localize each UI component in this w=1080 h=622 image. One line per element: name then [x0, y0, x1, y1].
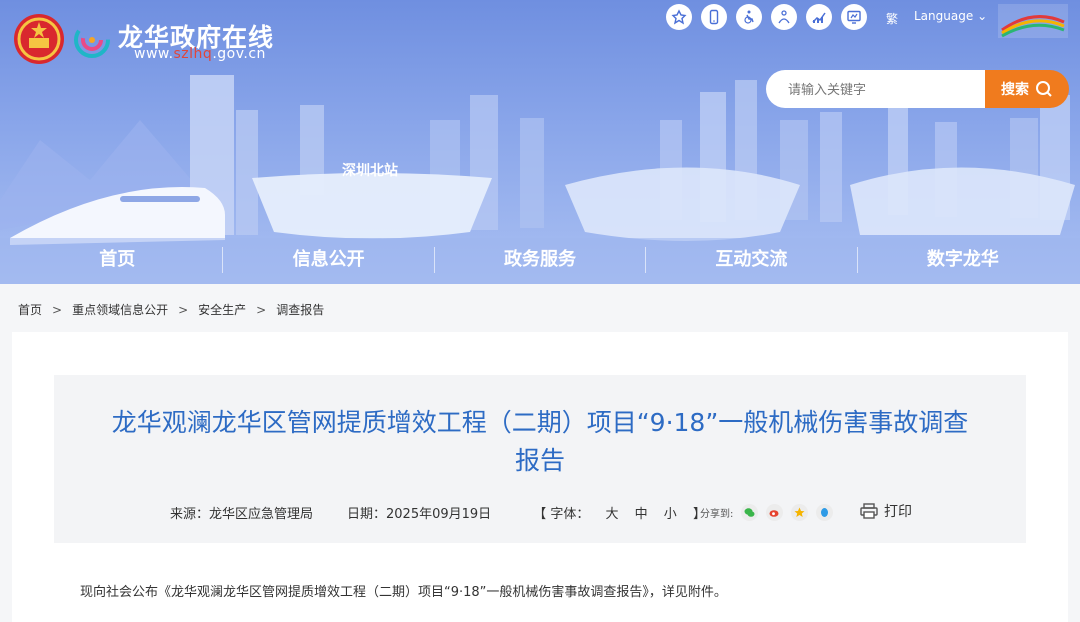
breadcrumb-separator: > [52, 302, 63, 317]
breadcrumb-current[interactable]: 调查报告 [276, 301, 324, 318]
page-title: 龙华观澜龙华区管网提质增效工程（二期）项目“9·18”一般机械伤害事故调查 报告 [54, 404, 1026, 480]
national-emblem-icon [14, 14, 64, 64]
printer-icon [860, 503, 878, 519]
main-nav: 首页 信息公开 政务服务 互动交流 数字龙华 [12, 247, 1068, 273]
traditional-chinese-link[interactable]: 繁 [886, 10, 898, 27]
weibo-icon[interactable] [766, 503, 784, 521]
share-label: 分享到: [700, 508, 734, 520]
breadcrumb-separator: > [178, 302, 189, 317]
nav-item-home[interactable]: 首页 [12, 247, 224, 273]
nav-item-info-disclosure[interactable]: 信息公开 [223, 247, 435, 273]
breadcrumb: 首页 > 重点领域信息公开 > 安全生产 > 调查报告 [18, 301, 324, 318]
article-source: 来源：龙华区应急管理局 [170, 506, 314, 522]
font-small-button[interactable]: 小 [664, 507, 677, 522]
article-body: 现向社会公布《龙华观澜龙华区管网提质增效工程（二期）项目“9·18”一般机械伤害… [80, 585, 727, 600]
search-box [766, 70, 986, 108]
title-line-1: 龙华观澜龙华区管网提质增效工程（二期）项目“9·18”一般机械伤害事故调查 [111, 408, 969, 437]
mobile-icon[interactable] [701, 4, 727, 30]
qq-icon[interactable] [816, 503, 834, 521]
breadcrumb-separator: > [256, 302, 267, 317]
search-input[interactable] [786, 79, 980, 101]
print-label: 打印 [884, 504, 912, 520]
toolbar-icons [666, 4, 867, 30]
breadcrumb-home[interactable]: 首页 [18, 301, 42, 318]
search-button[interactable]: 搜索 [985, 70, 1069, 108]
search-button-label: 搜索 [1001, 82, 1029, 98]
starred-gov-icon[interactable] [666, 4, 692, 30]
site-url: www.szlhq.gov.cn [134, 46, 266, 62]
chevron-down-icon: ⌄ [977, 9, 988, 23]
longhua-logo-icon [74, 22, 110, 58]
font-medium-button[interactable]: 中 [635, 507, 648, 522]
shenzhen-china-logo-icon[interactable] [998, 4, 1068, 38]
breadcrumb-safety[interactable]: 安全生产 [198, 301, 246, 318]
wechat-icon[interactable] [741, 503, 759, 521]
title-line-2: 报告 [514, 446, 565, 475]
font-size-control: 【 字体： 大 中 小 】 [527, 503, 712, 522]
language-select[interactable]: Language ⌄ [914, 9, 987, 23]
nav-item-gov-services[interactable]: 政务服务 [435, 247, 647, 273]
share-bar: 分享到: [700, 502, 834, 522]
station-label: 深圳北站 [342, 162, 398, 179]
breadcrumb-key-areas[interactable]: 重点领域信息公开 [72, 301, 168, 318]
font-size-label: 【 字体： [533, 506, 590, 522]
header-banner: 深圳北站 龙华政府在线 www.szlhq.gov.cn 繁 Language … [0, 0, 1080, 284]
search-icon [1036, 81, 1052, 97]
screen-icon[interactable] [841, 4, 867, 30]
accessibility-icon[interactable] [736, 4, 762, 30]
article-meta: 来源：龙华区应急管理局 日期：2025年09月19日 【 字体： 大 中 小 】 [170, 502, 712, 522]
font-large-button[interactable]: 大 [605, 507, 618, 522]
article-date: 日期：2025年09月19日 [347, 506, 492, 522]
nav-item-interaction[interactable]: 互动交流 [646, 247, 858, 273]
qzone-icon[interactable] [791, 503, 809, 521]
statistics-icon[interactable] [806, 4, 832, 30]
elderly-mode-icon[interactable] [771, 4, 797, 30]
print-button[interactable]: 打印 [860, 501, 912, 521]
nav-item-digital-longhua[interactable]: 数字龙华 [858, 247, 1068, 273]
